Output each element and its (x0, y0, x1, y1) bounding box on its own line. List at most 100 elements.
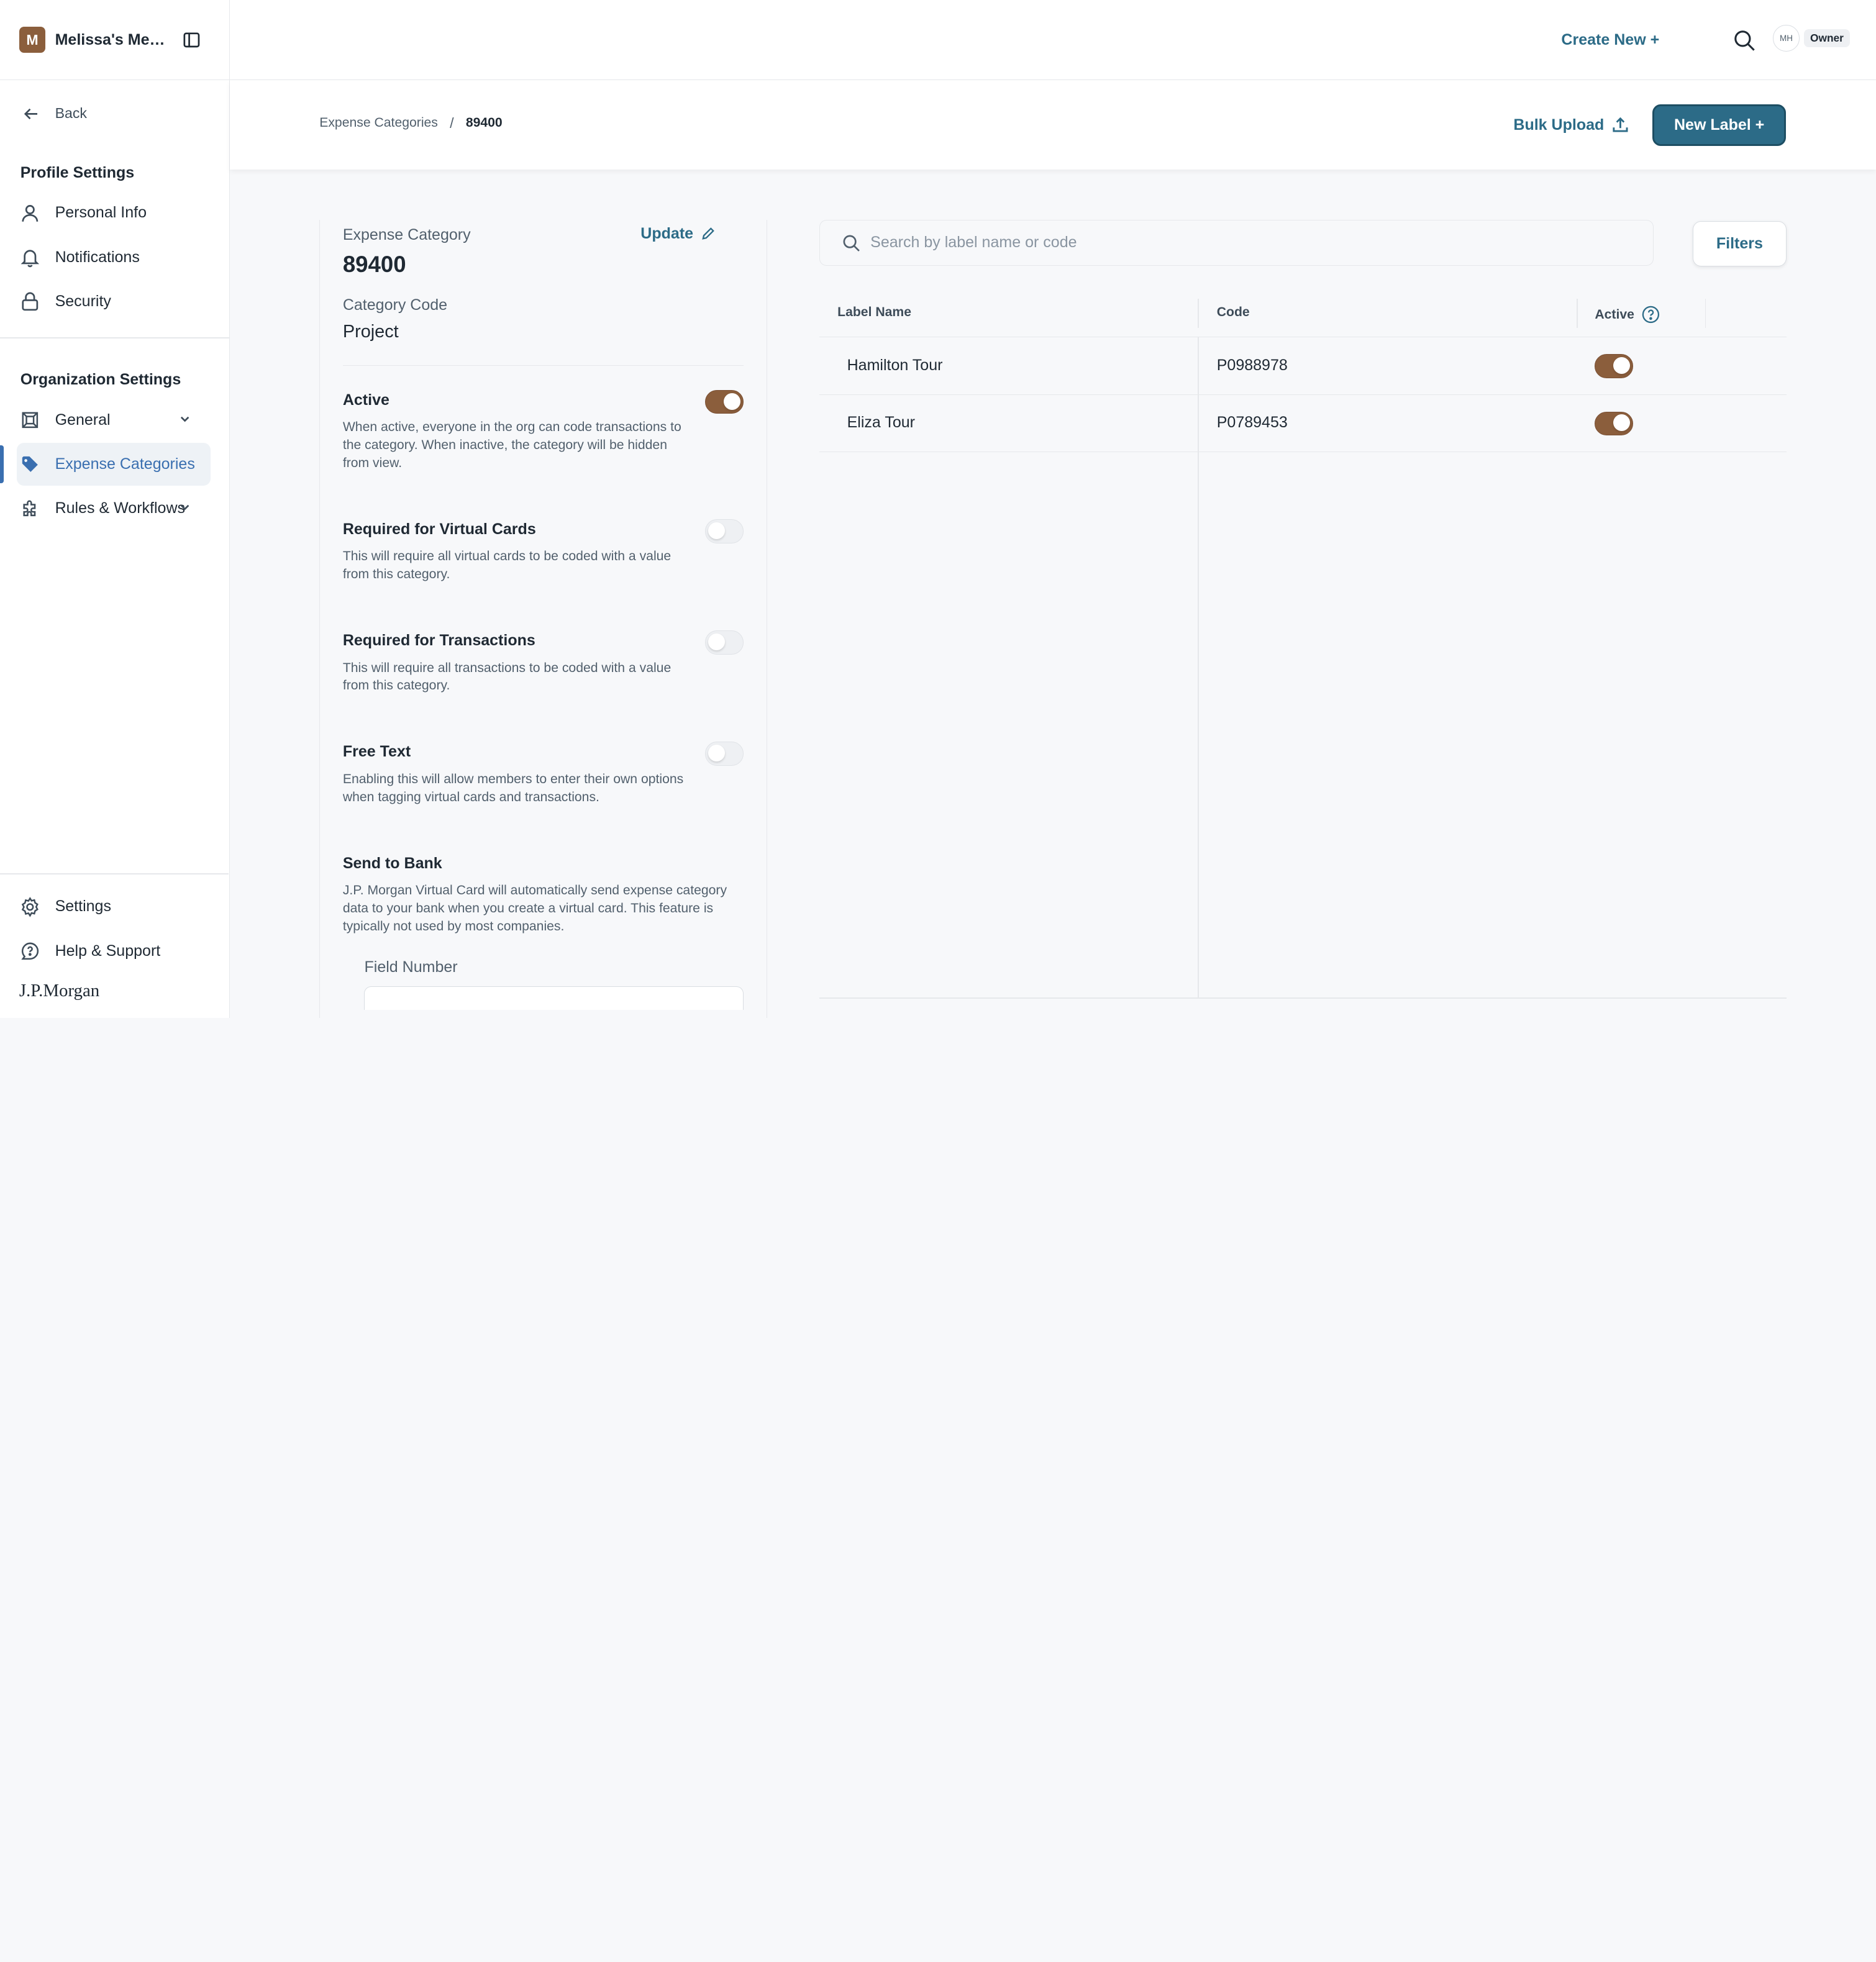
sidebar-item-rules-workflows[interactable]: Rules & Workflows (19, 487, 210, 530)
org-switcher[interactable]: M Melissa's Mea... (0, 0, 229, 81)
org-avatar: M (19, 26, 46, 53)
sidebar-item-expense-categories[interactable]: Expense Categories (16, 442, 211, 486)
top-bar: Create New + MH Owner (229, 0, 1876, 81)
sidebar-item-label: Settings (55, 897, 111, 915)
profile-settings-title: Profile Settings (20, 163, 135, 181)
bulk-upload-label: Bulk Upload (1513, 116, 1605, 134)
sidebar-footer-divider (0, 873, 229, 874)
building-icon (22, 412, 38, 428)
column-header-active[interactable]: Active (1595, 305, 1660, 324)
setting-title: Required for Virtual Cards (342, 520, 536, 538)
labels-table: Label Name Code Active Hamilton Tour P09… (819, 289, 1787, 999)
setting-required-transactions: Required for Transactions This will requ… (342, 630, 744, 695)
create-new-button[interactable]: Create New + (1561, 31, 1659, 49)
required-virtual-cards-toggle[interactable] (705, 519, 744, 543)
setting-description: This will require all virtual cards to b… (342, 549, 672, 582)
table-row[interactable]: Hamilton Tour P0988978 (819, 337, 1787, 395)
search-input[interactable] (870, 234, 1588, 252)
column-header-active-label: Active (1595, 307, 1634, 322)
table-bottom-border (819, 997, 1787, 999)
sidebar-item-help-support[interactable]: Help & Support (19, 929, 209, 972)
user-menu[interactable]: MH Owner (1773, 25, 1850, 52)
free-text-toggle[interactable] (705, 742, 744, 766)
code-cell: P0789453 (1216, 414, 1288, 432)
breadcrumb-separator: / (450, 114, 454, 131)
sidebar-item-label: Notifications (55, 248, 140, 266)
gear-icon (21, 896, 39, 917)
bell-icon (20, 250, 39, 267)
category-value: 89400 (342, 251, 406, 277)
active-toggle[interactable] (705, 389, 744, 414)
sidebar: M Melissa's Mea... Back Profile Settings… (0, 0, 230, 1019)
pencil-icon (701, 227, 714, 240)
update-button[interactable]: Update (640, 225, 714, 243)
breadcrumb-current: 89400 (465, 116, 503, 130)
table-row[interactable]: Eliza Tour P0789453 (819, 395, 1787, 452)
page-header: Expense Categories / 89400 Bulk Upload N… (229, 80, 1876, 170)
table-header: Label Name Code Active (819, 289, 1787, 338)
setting-description: When active, everyone in the org can cod… (342, 420, 681, 471)
lock-icon (22, 292, 39, 311)
sidebar-divider (0, 337, 229, 339)
setting-description: This will require all transactions to be… (342, 660, 672, 693)
label-search (819, 220, 1654, 266)
search-icon[interactable] (1733, 29, 1757, 53)
code-cell: P0988978 (1216, 356, 1288, 374)
avatar: MH (1773, 25, 1800, 52)
label-name-cell: Hamilton Tour (847, 356, 943, 374)
chat-help-icon (21, 942, 39, 960)
sidebar-item-label: Help & Support (55, 942, 161, 960)
sidebar-toggle-icon[interactable] (182, 30, 201, 50)
column-header-label-name[interactable]: Label Name (837, 305, 911, 320)
setting-title: Required for Transactions (342, 632, 535, 650)
code-label: Category Code (342, 296, 448, 314)
sidebar-item-label: Expense Categories (55, 455, 195, 473)
setting-send-to-bank: Send to Bank J.P. Morgan Virtual Card wi… (343, 855, 744, 936)
sidebar-item-label: Personal Info (55, 204, 147, 222)
new-label-button[interactable]: New Label + (1652, 104, 1787, 146)
app-root: M Melissa's Mea... Back Profile Settings… (0, 0, 1876, 1019)
setting-description: J.P. Morgan Virtual Card will automatica… (342, 883, 727, 933)
category-detail-panel: Expense Category Update 89400 Category C… (319, 220, 767, 1019)
user-icon (22, 204, 39, 222)
setting-free-text: Free Text Enabling this will allow membe… (342, 742, 744, 806)
sidebar-item-settings[interactable]: Settings (19, 885, 209, 928)
chevron-down-icon[interactable] (179, 501, 191, 513)
search-icon (843, 235, 860, 252)
setting-required-virtual-cards: Required for Virtual Cards This will req… (342, 519, 744, 584)
sidebar-item-label: Security (55, 292, 111, 310)
field-number-input[interactable] (364, 986, 744, 1011)
sidebar-item-notifications[interactable]: Notifications (19, 235, 210, 278)
update-label: Update (640, 225, 694, 243)
role-badge: Owner (1804, 29, 1850, 47)
sidebar-item-personal-info[interactable]: Personal Info (19, 191, 210, 234)
org-settings-title: Organization Settings (20, 371, 181, 389)
puzzle-icon (23, 500, 36, 517)
filters-button[interactable]: Filters (1693, 221, 1787, 267)
bulk-upload-button[interactable]: Bulk Upload (1513, 116, 1629, 134)
back-link[interactable]: Back (0, 80, 229, 147)
upload-icon (1613, 117, 1628, 132)
row-active-toggle[interactable] (1595, 354, 1633, 378)
setting-title: Send to Bank (342, 854, 442, 872)
sidebar-item-security[interactable]: Security (19, 280, 210, 323)
jpmorgan-logo: J.P.Morgan (19, 981, 100, 1001)
chevron-down-icon[interactable] (179, 413, 191, 425)
column-header-code[interactable]: Code (1217, 305, 1250, 320)
breadcrumb: Expense Categories / 89400 (319, 115, 502, 132)
setting-title: Free Text (342, 743, 411, 761)
arrow-left-icon (24, 108, 37, 119)
setting-description: Enabling this will allow members to ente… (342, 771, 684, 804)
help-circle-icon[interactable] (1641, 305, 1660, 324)
breadcrumb-parent[interactable]: Expense Categories (319, 116, 438, 130)
required-transactions-toggle[interactable] (705, 630, 744, 655)
sidebar-item-label: Rules & Workflows (55, 499, 186, 517)
row-active-toggle[interactable] (1595, 411, 1633, 436)
tag-icon (22, 456, 38, 472)
code-value: Project (342, 321, 399, 342)
sidebar-item-label: General (55, 411, 111, 429)
sidebar-item-general[interactable]: General (19, 399, 210, 442)
field-number-label: Field Number (364, 958, 458, 976)
label-name-cell: Eliza Tour (847, 414, 915, 432)
detail-divider (342, 365, 744, 366)
